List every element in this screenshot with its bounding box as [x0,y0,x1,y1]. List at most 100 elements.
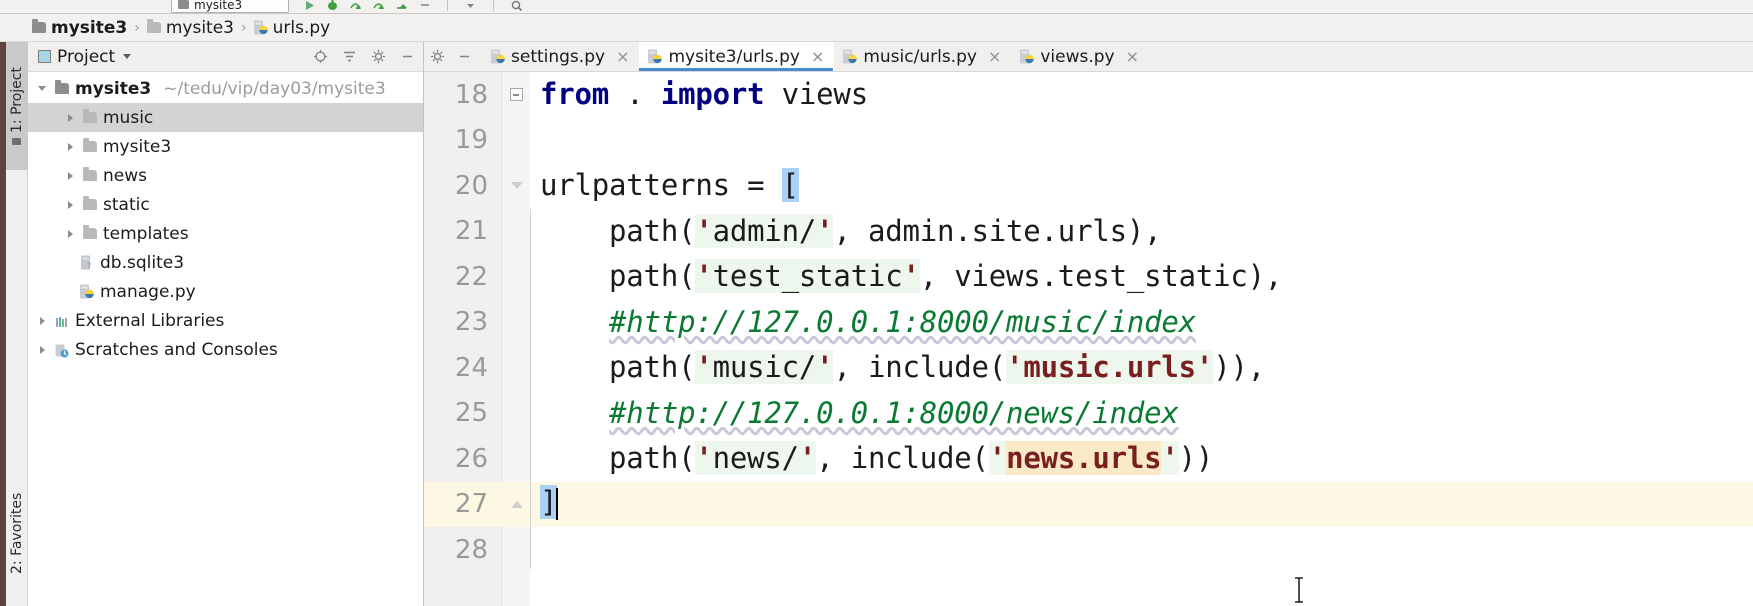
code-line-27[interactable]: 27 ] [424,481,1753,527]
code-line-23[interactable]: 23 #http://127.0.0.1:8000/music/index [424,300,1753,346]
collapse-all-icon[interactable] [342,49,357,64]
folder-icon [55,80,69,94]
run-configuration-selector[interactable]: mysite3 [171,0,289,13]
tree-row-news[interactable]: news [28,161,423,190]
chevron-right-icon[interactable] [64,140,77,153]
tab-music-urls-py[interactable]: music/urls.py × [834,42,1011,71]
gear-icon[interactable] [430,49,445,64]
breadcrumb: mysite3 › mysite3 › urls.py [0,14,1753,42]
stop-icon[interactable] [418,0,431,12]
fold-marker-cell[interactable] [502,498,530,511]
line-number: 21 [454,216,488,247]
search-icon[interactable] [510,0,523,12]
comment-text: #http://127.0.0.1:8000/music/index [609,304,1196,339]
code-line-25[interactable]: 25 #http://127.0.0.1:8000/news/index [424,391,1753,437]
tree-row-scratches-and-consoles[interactable]: Scratches and Consoles [28,335,423,364]
tree-item-label: External Libraries [75,310,225,331]
folder-icon [146,19,161,33]
debug-icon[interactable] [326,0,339,12]
close-icon[interactable]: × [1126,48,1139,65]
text-caret [556,488,559,521]
tool-button-favorites[interactable]: 2: Favorites [6,460,28,606]
tree-item-path: ~/tedu/vip/day03/mysite3 [163,78,386,99]
chevron-right-icon[interactable] [36,314,49,327]
project-panel-header: Project [28,42,423,72]
tree-row-templates[interactable]: templates [28,219,423,248]
close-icon[interactable]: × [811,48,824,65]
line-number: 28 [454,534,488,565]
step-out-icon[interactable] [395,0,408,12]
fold-marker-cell[interactable] [502,88,530,102]
close-icon[interactable]: × [616,48,629,65]
tree-row-static[interactable]: static [28,190,423,219]
gear-icon[interactable] [371,49,386,64]
folder-icon [12,138,22,145]
code-line-20[interactable]: 20 urlpatterns = [ [424,163,1753,209]
project-panel-actions [313,49,415,64]
tab-mysite3-urls-py[interactable]: mysite3/urls.py × [639,42,835,71]
breadcrumb-item-1[interactable]: mysite3 [146,17,234,38]
step-into-icon[interactable] [372,0,385,12]
tab-label: music/urls.py [863,46,977,67]
line-number: 23 [454,307,488,338]
fold-marker-cell[interactable] [502,179,530,192]
hide-icon[interactable] [457,49,472,64]
tree-item-label: db.sqlite3 [100,252,185,273]
code-editor[interactable]: 18 from . import views 19 20 urlpatterns… [424,72,1753,606]
fold-region-end-icon[interactable] [510,498,523,511]
code-text: path('test_static', views.test_static), [540,259,1283,294]
breadcrumb-item-2[interactable]: urls.py [253,18,330,38]
fold-region-start-icon[interactable] [510,179,523,192]
python-file-icon [648,49,663,64]
python-file-icon [80,284,94,299]
run-icon[interactable] [303,0,316,12]
breadcrumb-item-0[interactable]: mysite3 [32,18,127,38]
tab-views-py[interactable]: views.py × [1011,42,1149,71]
close-icon[interactable]: × [988,48,1001,65]
step-over-icon[interactable] [349,0,362,12]
fold-collapse-icon[interactable] [509,88,523,102]
code-line-18[interactable]: 18 from . import views [424,72,1753,118]
folder-icon [32,19,46,33]
hide-icon[interactable] [400,49,415,64]
comment-text: #http://127.0.0.1:8000/news/index [609,395,1179,430]
chevron-right-icon[interactable] [36,343,49,356]
python-file-icon [253,20,268,35]
tree-row-db-sqlite3[interactable]: ? db.sqlite3 [28,248,423,277]
chevron-right-icon[interactable] [64,111,77,124]
code-line-22[interactable]: 22 path('test_static', views.test_static… [424,254,1753,300]
target-icon[interactable] [313,49,328,64]
code-line-28[interactable]: 28 [424,527,1753,573]
tree-row-mysite3-root[interactable]: mysite3 ~/tedu/vip/day03/mysite3 [28,74,423,103]
tree-row-mysite3[interactable]: mysite3 [28,132,423,161]
tree-item-label: templates [103,223,189,244]
tree-row-music[interactable]: music [28,103,423,132]
tab-label: views.py [1040,46,1115,67]
folder-icon [178,0,189,9]
python-file-icon [843,49,858,64]
code-line-24[interactable]: 24 path('music/', include('music.urls'))… [424,345,1753,391]
chevron-right-icon[interactable] [64,227,77,240]
chevron-down-icon[interactable] [123,54,132,59]
tool-button-project[interactable]: 1: Project [6,42,28,170]
code-line-19[interactable]: 19 [424,118,1753,164]
tree-row-external-libraries[interactable]: External Libraries [28,306,423,335]
python-file-icon [1020,49,1035,64]
chevron-down-icon[interactable] [36,82,49,95]
folder-icon [83,138,97,152]
chevron-right-icon[interactable] [64,198,77,211]
tree-row-manage-py[interactable]: manage.py [28,277,423,306]
breadcrumb-label: mysite3 [165,17,234,38]
project-panel-title: Project [57,46,116,67]
tree-item-label: mysite3 [103,136,172,157]
tab-label: mysite3/urls.py [668,46,800,67]
line-number: 19 [454,125,488,156]
tab-settings-py[interactable]: settings.py × [482,42,639,71]
library-icon [55,314,69,327]
chevron-right-icon[interactable] [64,169,77,182]
code-line-26[interactable]: 26 path('news/', include('news.urls')) [424,436,1753,482]
tool-button-label: 1: Project [9,67,25,133]
toolbar-divider [447,0,448,11]
code-line-21[interactable]: 21 path('admin/', admin.site.urls), [424,209,1753,255]
chevron-down-icon[interactable] [464,0,477,12]
